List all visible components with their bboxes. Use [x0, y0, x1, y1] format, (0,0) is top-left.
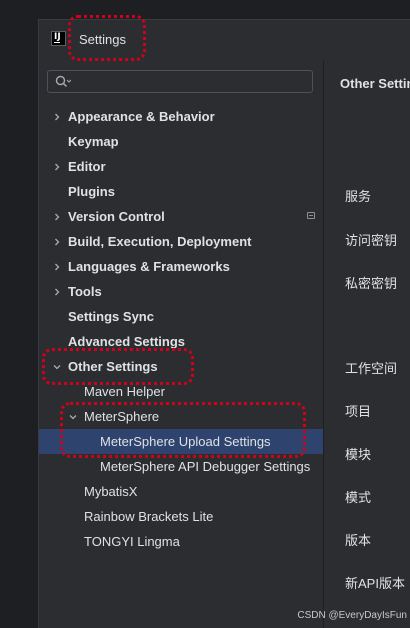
- tree-item-label: Languages & Frameworks: [68, 259, 230, 274]
- tree-item[interactable]: Plugins: [39, 179, 323, 204]
- tree-item[interactable]: MeterSphere: [39, 404, 323, 429]
- form-field-label: 项目: [345, 404, 372, 419]
- chevron-down-icon[interactable]: [52, 354, 62, 379]
- form-field-label: 工作空间: [345, 361, 398, 376]
- chevron-right-icon[interactable]: [52, 279, 62, 304]
- tree-item-label: Build, Execution, Deployment: [68, 234, 252, 249]
- tree-item[interactable]: Advanced Settings: [39, 329, 323, 354]
- tree-item-label: MeterSphere API Debugger Settings: [100, 459, 311, 474]
- tree-item[interactable]: Version Control: [39, 204, 323, 229]
- project-scope-icon: [307, 212, 315, 219]
- settings-content-pane: Other Settin 服务访问密钥私密密钥工作空间项目模块模式版本新API版…: [323, 60, 410, 628]
- form-field-label: 私密密钥: [345, 276, 398, 291]
- tree-item-label: Settings Sync: [68, 309, 154, 324]
- tree-item-label: Tools: [68, 284, 102, 299]
- tree-item-label: Plugins: [68, 184, 115, 199]
- watermark: CSDN @EveryDayIsFun: [297, 610, 407, 621]
- tree-item[interactable]: Appearance & Behavior: [39, 104, 323, 129]
- tree-item[interactable]: Other Settings: [39, 354, 323, 379]
- chevron-right-icon[interactable]: [52, 229, 62, 254]
- tree-item-label: Editor: [68, 159, 106, 174]
- search-input[interactable]: [74, 73, 308, 92]
- tree-item[interactable]: MeterSphere API Debugger Settings: [39, 454, 323, 479]
- search-icon: [55, 75, 71, 87]
- tree-item-label: Appearance & Behavior: [68, 109, 215, 124]
- tree-item-label: Other Settings: [68, 359, 158, 374]
- tree-item[interactable]: Rainbow Brackets Lite: [39, 504, 323, 529]
- tree-item-label: Keymap: [68, 134, 119, 149]
- tree-item-label: Advanced Settings: [68, 334, 186, 349]
- form-field-label: 模式: [345, 490, 372, 505]
- tree-item[interactable]: Maven Helper: [39, 379, 323, 404]
- tree-item-label: Maven Helper: [84, 384, 165, 399]
- form-field-label: 新API版本: [345, 576, 405, 591]
- tree-item-label: MeterSphere Upload Settings: [100, 434, 271, 449]
- form-field-label: 模块: [345, 447, 372, 462]
- form-field-label: 访问密钥: [345, 233, 398, 248]
- chevron-right-icon[interactable]: [52, 204, 62, 229]
- tree-item-label: MeterSphere: [84, 409, 160, 424]
- chevron-right-icon[interactable]: [52, 154, 62, 179]
- tree-item[interactable]: Settings Sync: [39, 304, 323, 329]
- form-field-label: 服务: [345, 189, 372, 204]
- intellij-idea-icon: IJ: [51, 31, 66, 46]
- tree-item-label: MybatisX: [84, 484, 138, 499]
- content-title: Other Settin: [340, 76, 410, 91]
- settings-sidebar: Appearance & Behavior Keymap Editor Plugins…: [39, 60, 323, 628]
- window-title: Settings: [79, 32, 126, 47]
- tree-item[interactable]: Build, Execution, Deployment: [39, 229, 323, 254]
- tree-item[interactable]: Editor: [39, 154, 323, 179]
- settings-search-box[interactable]: [47, 70, 313, 93]
- chevron-right-icon[interactable]: [52, 254, 62, 279]
- settings-window: IJ Settings Appearance & Behavior Keymap E…: [38, 19, 410, 628]
- chevron-right-icon[interactable]: [52, 104, 62, 129]
- tree-item[interactable]: MeterSphere Upload Settings: [39, 429, 323, 454]
- tree-item[interactable]: Languages & Frameworks: [39, 254, 323, 279]
- tree-item-label: Version Control: [68, 209, 165, 224]
- tree-item[interactable]: Tools: [39, 279, 323, 304]
- chevron-down-icon[interactable]: [68, 404, 78, 429]
- tree-item[interactable]: TONGYI Lingma: [39, 529, 323, 554]
- tree-item-label: Rainbow Brackets Lite: [84, 509, 214, 524]
- tree-item[interactable]: Keymap: [39, 129, 323, 154]
- tree-item[interactable]: MybatisX: [39, 479, 323, 504]
- form-field-label: 版本: [345, 533, 372, 548]
- tree-item-label: TONGYI Lingma: [84, 534, 180, 549]
- title-bar[interactable]: IJ Settings: [39, 20, 410, 60]
